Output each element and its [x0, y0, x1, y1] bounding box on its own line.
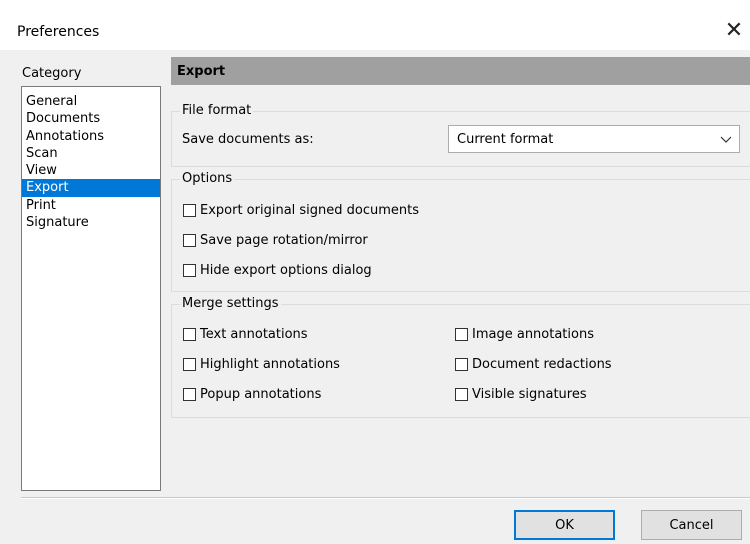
checkbox-label: Export original signed documents — [200, 202, 420, 218]
document-redactions-checkbox[interactable]: Document redactions — [455, 355, 612, 373]
panel-header: Export — [171, 57, 750, 85]
category-item-documents[interactable]: Documents — [22, 110, 160, 127]
ok-button[interactable]: OK — [514, 510, 615, 540]
category-item-print[interactable]: Print — [22, 197, 160, 214]
checkbox-box — [183, 263, 196, 277]
checkbox-label: Text annotations — [200, 326, 308, 342]
category-item-view[interactable]: View — [22, 162, 160, 179]
footer-divider — [21, 497, 750, 499]
category-item-general[interactable]: General — [22, 93, 160, 110]
checkbox-box — [183, 387, 196, 401]
save-format-dropdown[interactable]: Current format — [448, 125, 740, 153]
cancel-button[interactable]: Cancel — [641, 510, 742, 540]
checkbox-label: Visible signatures — [472, 386, 587, 402]
checkbox-label: Save page rotation/mirror — [200, 232, 368, 248]
text-annotations-checkbox[interactable]: Text annotations — [183, 325, 308, 343]
category-item-annotations[interactable]: Annotations — [22, 128, 160, 145]
panel-title: Export — [177, 64, 226, 79]
checkbox-label: Highlight annotations — [200, 356, 340, 372]
merge-settings-legend: Merge settings — [180, 296, 281, 311]
category-item-signature[interactable]: Signature — [22, 214, 160, 231]
checkbox-box — [183, 357, 196, 371]
checkbox-label: Popup annotations — [200, 386, 322, 402]
checkbox-box — [183, 233, 196, 247]
close-icon: ✕ — [724, 17, 744, 43]
checkbox-box — [183, 327, 196, 341]
checkbox-label: Hide export options dialog — [200, 262, 372, 278]
checkbox-label: Document redactions — [472, 356, 612, 372]
window-title: Preferences — [17, 24, 100, 40]
checkbox-box — [455, 327, 468, 341]
close-button[interactable]: ✕ — [718, 14, 750, 46]
image-annotations-checkbox[interactable]: Image annotations — [455, 325, 594, 343]
checkbox-box — [455, 387, 468, 401]
checkbox-box — [455, 357, 468, 371]
category-list[interactable]: General Documents Annotations Scan View … — [21, 86, 161, 491]
category-label: Category — [22, 66, 82, 81]
options-legend: Options — [180, 171, 235, 186]
file-format-legend: File format — [180, 103, 254, 118]
export-original-signed-checkbox[interactable]: Export original signed documents — [183, 201, 419, 219]
title-bar: Preferences ✕ — [0, 0, 750, 50]
category-item-export[interactable]: Export — [22, 179, 160, 197]
hide-export-options-checkbox[interactable]: Hide export options dialog — [183, 261, 372, 279]
save-format-value: Current format — [457, 132, 554, 147]
highlight-annotations-checkbox[interactable]: Highlight annotations — [183, 355, 340, 373]
category-item-scan[interactable]: Scan — [22, 145, 160, 162]
visible-signatures-checkbox[interactable]: Visible signatures — [455, 385, 587, 403]
checkbox-box — [183, 203, 196, 217]
chevron-down-icon — [720, 136, 732, 143]
popup-annotations-checkbox[interactable]: Popup annotations — [183, 385, 321, 403]
save-page-rotation-checkbox[interactable]: Save page rotation/mirror — [183, 231, 368, 249]
save-documents-label: Save documents as: — [182, 132, 314, 147]
checkbox-label: Image annotations — [472, 326, 594, 342]
